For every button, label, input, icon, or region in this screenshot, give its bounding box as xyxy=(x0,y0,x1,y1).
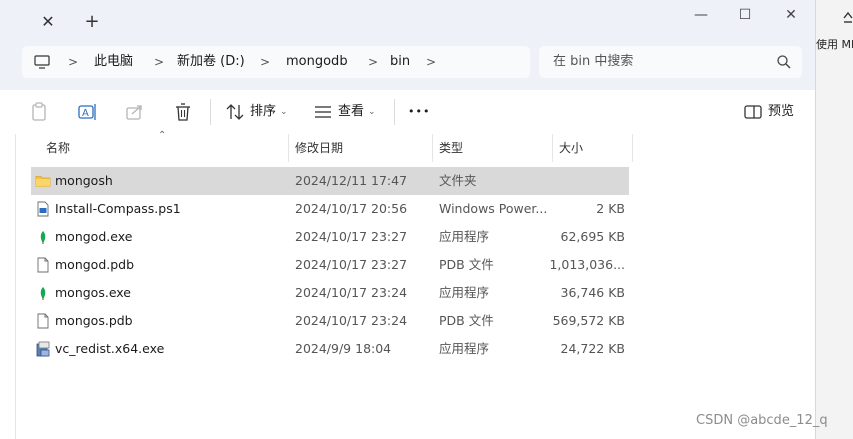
file-row-vc-redist[interactable]: vc_redist.x64.exe 2024/9/9 18:04 应用程序 24… xyxy=(31,335,629,363)
file-row-mongosh[interactable]: mongosh 2024/12/11 17:47 文件夹 xyxy=(31,167,629,195)
file-name: mongod.exe xyxy=(55,229,133,244)
chevron-right-icon[interactable]: > xyxy=(260,46,270,78)
column-divider[interactable] xyxy=(632,134,633,162)
minimize-button[interactable]: — xyxy=(686,3,716,27)
column-header-size[interactable]: 大小 xyxy=(559,134,583,162)
file-modified: 2024/10/17 23:24 xyxy=(295,313,408,328)
breadcrumb-item-bin[interactable]: bin xyxy=(390,46,410,78)
address-row: > 此电脑 > 新加卷 (D:) > mongodb > bin > 在 bin… xyxy=(0,44,815,90)
title-bar: ✕ + — ☐ ✕ xyxy=(0,0,815,44)
preview-pane-icon[interactable] xyxy=(742,101,764,123)
file-size: 36,746 KB xyxy=(560,285,625,300)
chevron-right-icon[interactable]: > xyxy=(154,46,164,78)
mongodb-leaf-icon xyxy=(40,231,46,244)
toolbar-divider xyxy=(210,99,211,125)
more-options-button[interactable]: ••• xyxy=(408,90,430,134)
column-header-modified[interactable]: 修改日期 xyxy=(295,134,343,162)
paste-icon[interactable] xyxy=(28,101,50,123)
file-row-mongod-exe[interactable]: mongod.exe 2024/10/17 23:27 应用程序 62,695 … xyxy=(31,223,629,251)
command-bar: A 排序 ⌄ 查看 ⌄ ••• 预览 xyxy=(0,90,815,135)
preview-button[interactable]: 预览 xyxy=(768,90,794,134)
file-name: mongos.exe xyxy=(55,285,131,300)
breadcrumb-item-this-pc[interactable]: 此电脑 xyxy=(94,46,133,78)
file-modified: 2024/12/11 17:47 xyxy=(295,173,408,188)
column-header-name[interactable]: 名称 xyxy=(46,134,70,162)
file-size: 569,572 KB xyxy=(552,313,625,328)
watermark: CSDN @abcde_12_q xyxy=(696,413,828,428)
breadcrumb-item-drive-d[interactable]: 新加卷 (D:) xyxy=(177,46,245,78)
chevron-right-icon[interactable]: > xyxy=(68,46,78,78)
background-window[interactable]: 使用 MD xyxy=(815,0,853,439)
file-row-install-compass[interactable]: Install-Compass.ps1 2024/10/17 20:56 Win… xyxy=(31,195,629,223)
monitor-icon[interactable] xyxy=(34,54,50,70)
file-size: 1,013,036... xyxy=(549,257,625,272)
file-name: mongosh xyxy=(55,173,113,188)
file-name: Install-Compass.ps1 xyxy=(55,201,181,216)
explorer-tab[interactable]: ✕ xyxy=(0,0,70,44)
chevron-right-icon[interactable]: > xyxy=(368,46,378,78)
file-row-mongos-exe[interactable]: mongos.exe 2024/10/17 23:24 应用程序 36,746 … xyxy=(31,279,629,307)
sort-ascending-icon: ⌃ xyxy=(158,130,167,141)
svg-text:A: A xyxy=(82,108,89,119)
toolbar-divider xyxy=(394,99,395,125)
file-size: 24,722 KB xyxy=(560,341,625,356)
new-tab-button[interactable]: + xyxy=(82,11,102,33)
column-divider[interactable] xyxy=(552,134,553,162)
file-size: 2 KB xyxy=(596,201,625,216)
share-icon[interactable] xyxy=(124,101,146,123)
file-modified: 2024/9/9 18:04 xyxy=(295,341,392,356)
search-box[interactable]: 在 bin 中搜索 xyxy=(539,46,802,78)
file-icon xyxy=(37,257,49,273)
file-row-mongos-pdb[interactable]: mongos.pdb 2024/10/17 23:24 PDB 文件 569,5… xyxy=(31,307,629,335)
rename-icon[interactable]: A xyxy=(76,101,98,123)
file-name: mongod.pdb xyxy=(55,257,135,272)
background-window-text: 使用 MD xyxy=(816,38,853,51)
navigation-pane-divider[interactable] xyxy=(15,134,16,439)
search-icon xyxy=(777,55,791,69)
column-header-type[interactable]: 类型 xyxy=(439,134,463,162)
breadcrumb[interactable]: > 此电脑 > 新加卷 (D:) > mongodb > bin > xyxy=(22,46,530,78)
installer-icon xyxy=(36,341,50,357)
file-modified: 2024/10/17 23:27 xyxy=(295,229,408,244)
close-window-button[interactable]: ✕ xyxy=(776,3,806,27)
file-size: 62,695 KB xyxy=(560,229,625,244)
powershell-script-icon xyxy=(37,201,49,217)
chevron-down-icon[interactable]: ⌄ xyxy=(368,90,376,134)
file-modified: 2024/10/17 20:56 xyxy=(295,201,408,216)
chevron-right-icon[interactable]: > xyxy=(426,46,436,78)
file-name: mongos.pdb xyxy=(55,313,133,328)
file-modified: 2024/10/17 23:24 xyxy=(295,285,408,300)
file-row-mongod-pdb[interactable]: mongod.pdb 2024/10/17 23:27 PDB 文件 1,013… xyxy=(31,251,629,279)
folder-icon xyxy=(35,176,51,187)
delete-icon[interactable] xyxy=(172,101,194,123)
partial-icon xyxy=(843,11,853,23)
view-button[interactable]: 查看 xyxy=(338,90,364,134)
chevron-down-icon[interactable]: ⌄ xyxy=(280,90,288,134)
breadcrumb-item-mongodb[interactable]: mongodb xyxy=(286,46,348,78)
sort-button[interactable]: 排序 xyxy=(250,90,276,134)
search-input[interactable]: 在 bin 中搜索 xyxy=(553,46,633,78)
view-icon[interactable] xyxy=(312,101,334,123)
file-icon xyxy=(37,313,49,329)
tab-close-icon[interactable]: ✕ xyxy=(40,12,56,32)
maximize-button[interactable]: ☐ xyxy=(730,3,760,27)
file-name: vc_redist.x64.exe xyxy=(55,341,165,356)
mongodb-leaf-icon xyxy=(40,287,46,300)
column-divider[interactable] xyxy=(432,134,433,162)
file-modified: 2024/10/17 23:27 xyxy=(295,257,408,272)
column-divider[interactable] xyxy=(288,134,289,162)
sort-icon[interactable] xyxy=(224,101,246,123)
file-size xyxy=(529,167,625,195)
file-list: ⌃ 名称 修改日期 类型 大小 mongosh 2024/12/11 17:47… xyxy=(0,130,815,439)
